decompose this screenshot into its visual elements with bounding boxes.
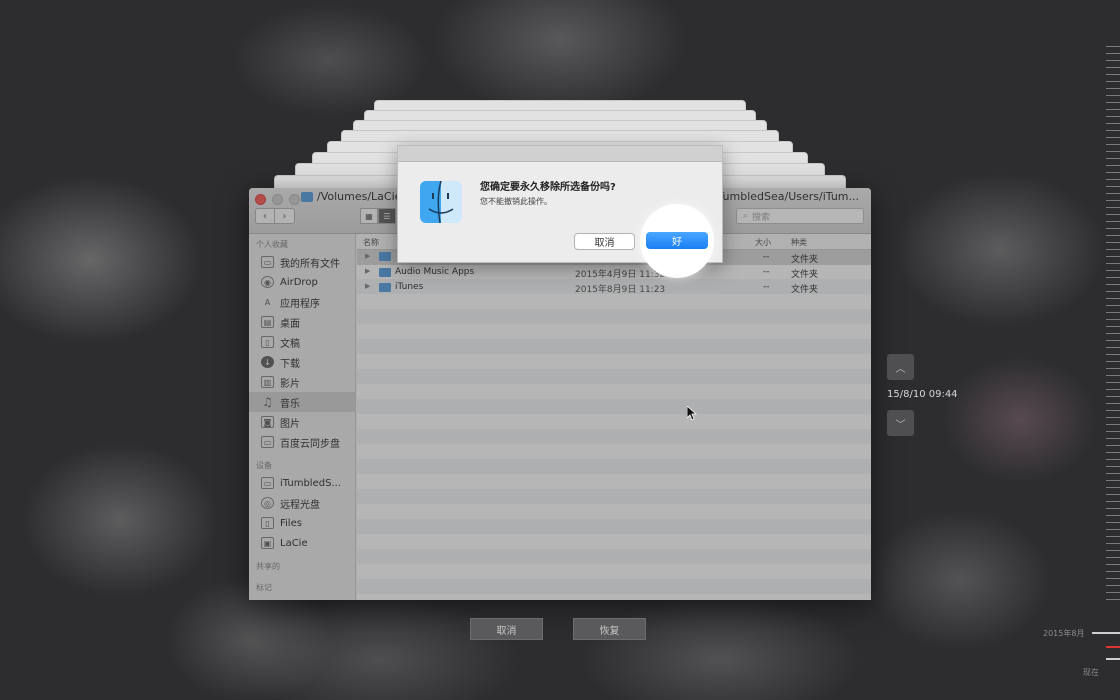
timeline-now-label[interactable]: 现在 [1083, 667, 1099, 678]
time-machine-cancel-button[interactable]: 取消 [470, 618, 543, 640]
dialog-message: 您不能撤销此操作。 [480, 197, 552, 206]
chevron-down-icon: ﹀ [895, 419, 906, 431]
snapshot-date: 15/8/10 09:44 [887, 389, 958, 400]
finder-icon [420, 181, 462, 223]
timeline-current-mark[interactable] [1106, 646, 1120, 648]
dialog-top-bar [398, 146, 722, 162]
dialog-ok-button[interactable]: 好 [646, 232, 708, 249]
timeline-month-mark[interactable] [1092, 632, 1120, 634]
chevron-up-icon: ︿ [895, 363, 906, 375]
mouse-cursor-icon [687, 406, 697, 421]
older-snapshot-button[interactable]: ︿ [887, 354, 914, 380]
timeline-tick[interactable] [1106, 658, 1120, 660]
timeline-month-label: 2015年8月 [1043, 629, 1085, 638]
time-machine-restore-button[interactable]: 恢复 [573, 618, 646, 640]
time-machine-timeline[interactable] [1106, 40, 1120, 600]
dialog-title: 您确定要永久移除所选备份吗? [480, 182, 616, 193]
dialog-cancel-button[interactable]: 取消 [574, 233, 635, 250]
newer-snapshot-button[interactable]: ﹀ [887, 410, 914, 436]
